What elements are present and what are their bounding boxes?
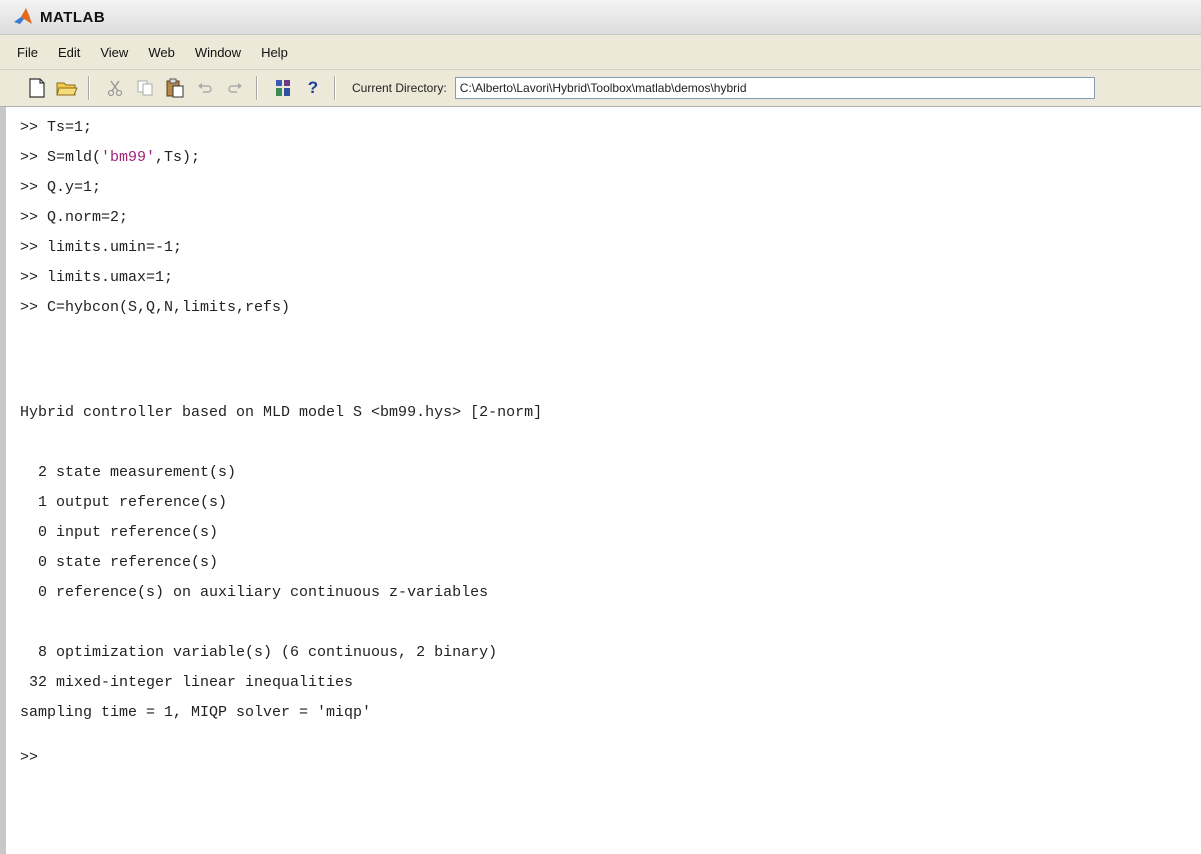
console-line: >> limits.umin=-1; (20, 239, 183, 256)
menu-edit[interactable]: Edit (55, 43, 83, 62)
redo-button[interactable] (222, 75, 248, 101)
undo-button[interactable] (192, 75, 218, 101)
window-title: MATLAB (40, 8, 106, 26)
console-line: >> Ts=1; (20, 119, 93, 136)
open-folder-icon (56, 82, 78, 96)
menu-view[interactable]: View (97, 43, 131, 62)
copy-button[interactable] (132, 75, 158, 101)
new-file-icon (29, 78, 45, 98)
menu-window[interactable]: Window (192, 43, 244, 62)
console-line: 0 reference(s) on auxiliary continuous z… (20, 584, 489, 601)
console-code: ,Ts); (155, 149, 201, 166)
copy-icon (137, 80, 153, 96)
console-line: 8 optimization variable(s) (6 continuous… (20, 644, 498, 661)
console-line: 1 output reference(s) (20, 494, 228, 511)
menu-bar: File Edit View Web Window Help (0, 35, 1201, 70)
console-code: >> S=mld( (20, 149, 102, 166)
current-directory-input[interactable] (454, 77, 1095, 99)
toolbar-separator (256, 76, 258, 100)
toolbar: ? Current Directory: (0, 70, 1201, 107)
paste-button[interactable] (162, 75, 188, 101)
console-line: 0 input reference(s) (20, 524, 219, 541)
simulink-button[interactable] (270, 75, 296, 101)
current-directory-label: Current Directory: (352, 81, 447, 95)
redo-icon (228, 83, 242, 93)
console-string-literal: 'bm99' (101, 149, 156, 166)
new-file-button[interactable] (24, 75, 50, 101)
paste-icon (166, 78, 184, 98)
undo-icon (198, 83, 212, 93)
console-line: 32 mixed-integer linear inequalities (20, 674, 354, 691)
console-line: Hybrid controller based on MLD model S <… (20, 404, 543, 421)
toolbar-separator (334, 76, 336, 100)
console-line: >> limits.umax=1; (20, 269, 174, 286)
simulink-icon (276, 80, 290, 96)
open-folder-button[interactable] (54, 75, 80, 101)
console-line: 2 state measurement(s) (20, 464, 237, 481)
console-line: >> Q.norm=2; (20, 209, 129, 226)
console-line: >> Q.y=1; (20, 179, 102, 196)
help-icon: ? (307, 78, 319, 97)
console-line: sampling time = 1, MIQP solver = 'miqp' (20, 704, 372, 721)
toolbar-separator (88, 76, 90, 100)
console-line: >> S=mld('bm99',Ts); (20, 149, 200, 166)
console-line: >> C=hybcon(S,Q,N,limits,refs) (20, 299, 291, 316)
menu-file[interactable]: File (14, 43, 41, 62)
matlab-logo-icon (14, 8, 32, 24)
menu-web[interactable]: Web (145, 43, 178, 62)
title-bar: MATLAB (0, 0, 1201, 35)
command-window[interactable]: >> Ts=1; >> S=mld('bm99',Ts); >> Q.y=1; … (0, 107, 1201, 854)
help-button[interactable]: ? (300, 75, 326, 101)
menu-help[interactable]: Help (258, 43, 291, 62)
cut-button[interactable] (102, 75, 128, 101)
console-line: 0 state reference(s) (20, 554, 219, 571)
console-prompt: >> (20, 749, 39, 766)
cut-icon (107, 80, 123, 97)
